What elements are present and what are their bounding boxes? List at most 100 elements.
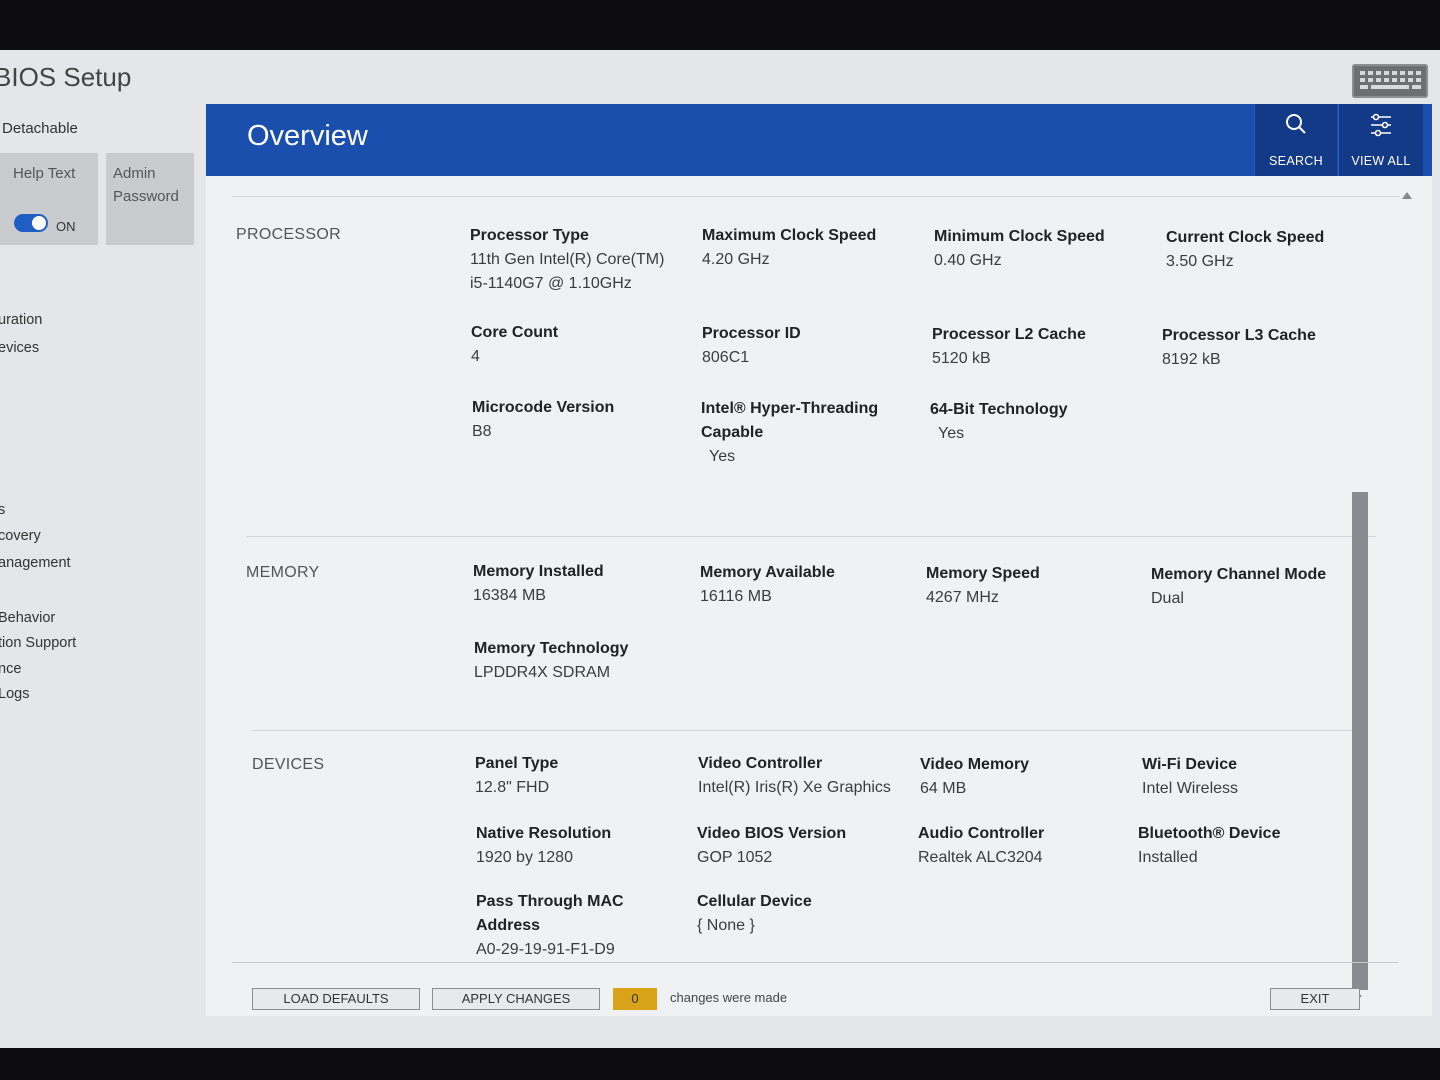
help-text-tile[interactable]: Help Text ON [6,153,98,245]
view-all-button[interactable]: VIEW ALL [1338,104,1423,176]
divider [232,962,1398,963]
field-label: Memory Speed [926,565,1040,582]
admin-password-label: Admin Password [113,165,179,205]
field-label: Audio Controller [918,825,1045,842]
memory-section-title: MEMORY [246,564,320,581]
field-value: 806C1 [702,349,750,366]
keyboard-icon[interactable] [1352,64,1428,98]
exit-button[interactable]: EXIT [1270,988,1360,1010]
field-label: Pass Through MAC Address [476,893,624,934]
sidebar: Detachable Help Text ON Admin Password u… [0,104,218,1014]
field-label: Bluetooth® Device [1138,825,1281,842]
field-label: Maximum Clock Speed [702,227,877,244]
detachable-label: Detachable [2,120,78,137]
field-label: Intel® Hyper-Threading [701,400,879,417]
max-clock-field: Maximum Clock Speed 4.20 GHz [702,224,917,272]
scrollbar[interactable] [1352,492,1368,990]
field-value: Intel(R) Iris(R) Xe Graphics [698,779,891,796]
field-value: 1920 by 1280 [476,849,573,866]
search-label: SEARCH [1269,154,1323,168]
settings-sliders-icon [1371,113,1391,137]
l3-cache-field: Processor L3 Cache 8192 kB [1162,324,1377,372]
field-label: Processor ID [702,325,801,342]
sidebar-item[interactable]: s [0,502,5,518]
field-value: { None } [697,917,755,934]
load-defaults-button[interactable]: LOAD DEFAULTS [252,988,420,1010]
min-clock-field: Minimum Clock Speed 0.40 GHz [934,225,1149,273]
current-clock-field: Current Clock Speed 3.50 GHz [1166,226,1381,274]
changes-status-text: changes were made [670,990,788,1005]
audio-controller-field: Audio Controller Realtek ALC3204 [918,822,1133,870]
change-count-badge: 0 [613,988,657,1010]
app-title: BIOS Setup [0,62,132,92]
field-value: 16116 MB [700,588,772,605]
help-text-label: Help Text [13,165,76,182]
field-label: Processor L3 Cache [1162,327,1316,344]
sidebar-item[interactable]: covery [0,528,41,544]
divider [246,536,1376,537]
field-value: 16384 MB [473,587,546,604]
processor-type-field: Processor Type 11th Gen Intel(R) Core(TM… [470,224,685,296]
field-value: 12.8" FHD [475,779,550,796]
search-button[interactable]: SEARCH [1254,104,1337,176]
toggle-state-label: ON [56,219,76,234]
field-value: Dual [1151,590,1184,607]
core-count-field: Core Count 4 [471,321,686,369]
field-label: Cellular Device [697,893,812,910]
l2-cache-field: Processor L2 Cache 5120 kB [932,323,1147,371]
apply-changes-button[interactable]: APPLY CHANGES [432,988,600,1010]
sidebar-item[interactable]: evices [0,340,39,356]
field-label: Processor Type [470,227,589,244]
field-value: Realtek ALC3204 [918,849,1043,866]
memory-technology-field: Memory Technology LPDDR4X SDRAM [474,637,689,685]
field-label: Processor L2 Cache [932,326,1086,343]
divider [232,196,1400,197]
sidebar-item[interactable]: tion Support [0,635,76,651]
field-value: 4267 MHz [926,589,999,606]
field-value: 0.40 GHz [934,252,1002,269]
field-value: Intel Wireless [1142,780,1239,797]
field-value: A0-29-19-91-F1-D9 [476,941,615,958]
memory-available-field: Memory Available 16116 MB [700,561,915,609]
sidebar-item[interactable]: Logs [0,686,29,702]
sidebar-item[interactable]: anagement [0,555,71,571]
field-label: Memory Channel Mode [1151,566,1327,583]
sidebar-item[interactable]: nce [0,661,21,677]
field-label: Video Memory [920,756,1030,773]
field-label: Minimum Clock Speed [934,228,1105,245]
field-label: Capable [701,424,764,441]
sidebar-item[interactable]: uration [0,312,42,328]
processor-id-field: Processor ID 806C1 [702,322,917,370]
scroll-up-arrow[interactable] [1402,192,1412,199]
mac-address-field: Pass Through MAC Address A0-29-19-91-F1-… [476,890,691,962]
wifi-device-field: Wi-Fi Device Intel Wireless [1142,753,1357,801]
field-label: Current Clock Speed [1166,229,1325,246]
64bit-field: 64-Bit Technology Yes [930,398,1145,446]
processor-section-title: PROCESSOR [236,226,341,243]
view-all-label: VIEW ALL [1351,154,1411,168]
overview-header: Overview SEARCH VIEW ALL [206,104,1432,176]
toggle-knob [32,216,46,230]
search-icon [1286,114,1306,134]
field-value: B8 [472,423,492,440]
memory-installed-field: Memory Installed 16384 MB [473,560,688,608]
sidebar-item[interactable]: Behavior [0,610,55,626]
field-label: Memory Technology [474,640,629,657]
bios-screen: BIOS Setup Detachable Help Text ON Admin… [0,50,1440,1048]
field-value: Installed [1138,849,1198,866]
devices-section-title: DEVICES [252,756,325,773]
field-label: Memory Installed [473,563,604,580]
admin-password-tile[interactable]: Admin Password [106,153,194,245]
help-text-toggle[interactable] [14,214,48,232]
video-memory-field: Video Memory 64 MB [920,753,1135,801]
field-value: Yes [938,425,965,442]
field-value: 11th Gen Intel(R) Core(TM) [470,251,665,268]
field-value: LPDDR4X SDRAM [474,664,611,681]
video-controller-field: Video Controller Intel(R) Iris(R) Xe Gra… [698,752,913,800]
field-value: 8192 kB [1162,351,1221,368]
field-value: i5-1140G7 @ 1.10GHz [470,275,632,292]
panel-type-field: Panel Type 12.8" FHD [475,752,690,800]
hyperthreading-field: Intel® Hyper-Threading Capable Yes [701,397,916,469]
field-label: Native Resolution [476,825,612,842]
field-value: Yes [709,448,736,465]
